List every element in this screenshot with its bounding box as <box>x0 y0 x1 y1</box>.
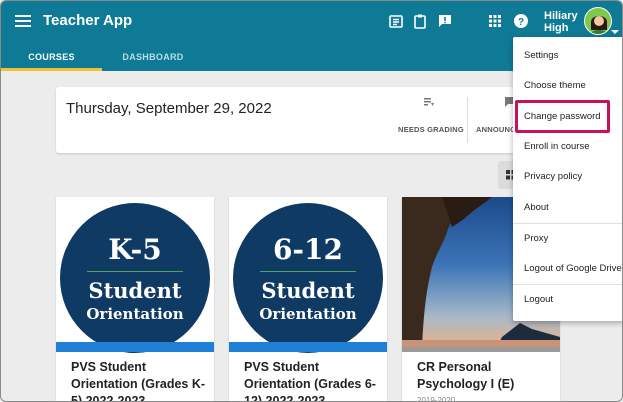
menu-item-privacy-policy[interactable]: Privacy policy <box>513 162 622 192</box>
user-avatar[interactable] <box>584 7 612 35</box>
svg-text:?: ? <box>518 17 524 28</box>
needs-grading-button[interactable]: NEEDS GRADING <box>398 95 464 134</box>
course-color-bar <box>56 342 214 352</box>
avatar-portrait-icon <box>590 16 608 34</box>
menu-item-choose-theme[interactable]: Choose theme <box>513 71 622 101</box>
course-title: CR Personal Psychology I (E) <box>417 360 515 391</box>
app-window: Teacher App ? Hiliary High COURSES DASHB… <box>0 0 623 402</box>
menu-item-change-password[interactable]: Change password <box>513 102 622 132</box>
apps-grid-icon[interactable] <box>487 13 503 29</box>
course-badge: 6-12 Student Orientation <box>233 203 383 353</box>
app-title: Teacher App <box>43 12 133 29</box>
account-dropdown-menu: Settings Choose theme Change password En… <box>513 37 622 321</box>
clipboard-icon[interactable] <box>412 13 428 29</box>
class-stream-icon[interactable] <box>388 13 404 29</box>
card-divider <box>467 97 468 143</box>
menu-item-logout-google-drive[interactable]: Logout of Google Drive <box>513 254 622 284</box>
grading-list-icon <box>424 98 434 106</box>
menu-item-about[interactable]: About <box>513 193 622 223</box>
current-date: Thursday, September 29, 2022 <box>66 100 272 117</box>
tab-dashboard[interactable]: DASHBOARD <box>102 43 204 71</box>
course-card-6-12-orientation[interactable]: 6-12 Student Orientation PVS Student Ori… <box>229 197 387 402</box>
tab-courses[interactable]: COURSES <box>1 43 102 71</box>
course-color-bar <box>229 342 387 352</box>
course-color-bar <box>402 347 560 352</box>
needs-grading-label: NEEDS GRADING <box>398 125 464 134</box>
course-title: PVS Student Orientation (Grades 6-12) 20… <box>244 360 376 402</box>
user-name[interactable]: Hiliary High <box>544 10 578 34</box>
feedback-icon[interactable] <box>437 13 453 29</box>
menu-item-proxy[interactable]: Proxy <box>513 224 622 254</box>
date-summary-card: Thursday, September 29, 2022 NEEDS GRADI… <box>56 87 576 153</box>
course-term: 2019-2020 <box>417 396 456 402</box>
course-title: PVS Student Orientation (Grades K-5) 202… <box>71 360 206 402</box>
menu-item-logout[interactable]: Logout <box>513 285 622 315</box>
menu-item-settings[interactable]: Settings <box>513 41 622 71</box>
help-icon[interactable]: ? <box>513 13 529 29</box>
hamburger-menu-icon[interactable] <box>15 15 31 27</box>
course-badge: K-5 Student Orientation <box>60 203 210 353</box>
course-card-k5-orientation[interactable]: K-5 Student Orientation PVS Student Orie… <box>56 197 214 402</box>
menu-item-enroll-in-course[interactable]: Enroll in course <box>513 132 622 162</box>
account-dropdown-caret-icon[interactable] <box>611 30 619 34</box>
